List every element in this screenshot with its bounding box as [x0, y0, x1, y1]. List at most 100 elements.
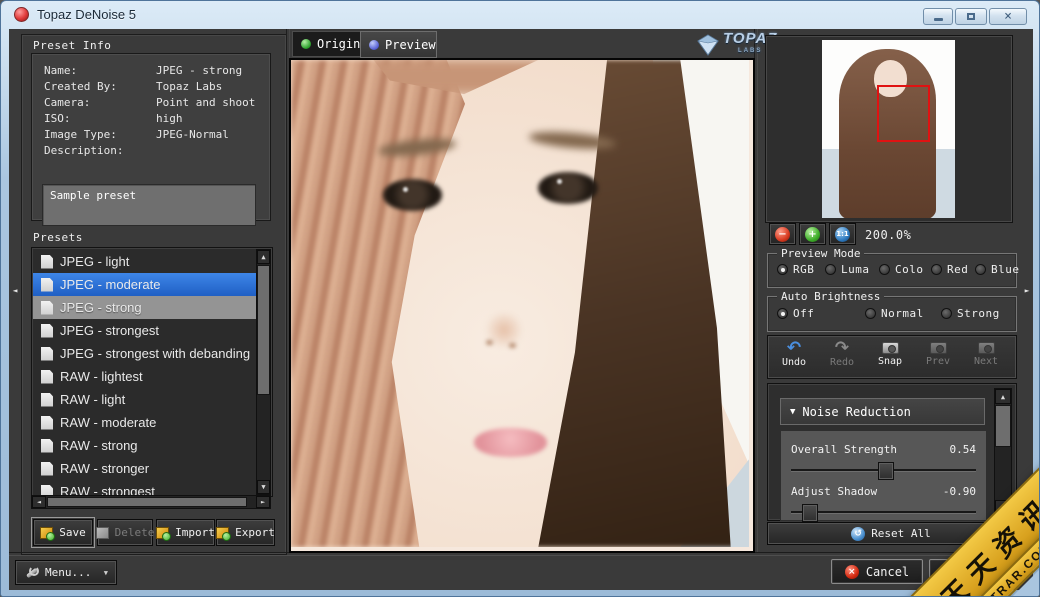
redo-button[interactable]: ↷ Redo [818, 339, 866, 368]
prev-button[interactable]: Prev [914, 339, 962, 367]
preset-list-vscrollbar[interactable]: ▲ ▼ [256, 249, 271, 495]
minimize-button[interactable] [923, 8, 953, 25]
import-icon [156, 527, 169, 539]
nostril [486, 340, 493, 345]
radio-strong[interactable]: Strong [941, 307, 1000, 320]
scroll-up-button[interactable]: ▲ [995, 389, 1011, 404]
save-icon [40, 527, 53, 539]
presets-title: Presets [33, 231, 83, 244]
save-button[interactable]: Save [33, 519, 93, 546]
export-button[interactable]: Export [216, 519, 275, 546]
radio-normal[interactable]: Normal [865, 307, 924, 320]
zoom-actual-button[interactable]: 1:1 [829, 223, 856, 245]
scroll-right-icon: ► [261, 498, 265, 506]
preset-list-hscrollbar[interactable]: ◄ ► [31, 495, 271, 509]
scroll-up-button[interactable]: ▲ [257, 250, 270, 264]
main-content: Preset Info Name:JPEG - strong Created B… [9, 29, 1033, 590]
noise-reduction-header[interactable]: ▼ Noise Reduction [780, 398, 985, 425]
overall-strength-thumb[interactable] [878, 462, 894, 480]
radio-blue[interactable]: Blue [975, 263, 1020, 276]
preset-item-raw-lightest[interactable]: RAW - lightest [33, 365, 256, 388]
hscroll-thumb[interactable] [47, 497, 247, 507]
camera-icon [978, 342, 995, 354]
maximize-icon [967, 13, 975, 20]
adjust-shadow-slider[interactable] [791, 511, 976, 514]
zoom-level-label: 200.0% [865, 228, 911, 242]
collapse-right-panel-arrow[interactable]: ► [1021, 281, 1033, 299]
adjust-shadow-thumb[interactable] [802, 504, 818, 522]
tab-preview[interactable]: Preview [360, 31, 437, 58]
radio-rgb[interactable]: RGB [777, 263, 814, 276]
file-icon [41, 301, 53, 315]
radio-luma[interactable]: Luma [825, 263, 870, 276]
zoom-in-button[interactable]: + [799, 223, 826, 245]
eye-glint [403, 187, 408, 192]
tab-original[interactable]: Original [292, 31, 361, 57]
scroll-down-button[interactable]: ▼ [257, 480, 270, 494]
field-created-by: Created By:Topaz Labs [44, 80, 117, 96]
original-dot-icon [301, 39, 311, 49]
camera-icon [882, 342, 899, 354]
slider-value-adjust-shadow: -0.90 [943, 485, 976, 498]
delete-icon [96, 527, 109, 539]
reset-icon: ↺ [851, 527, 865, 541]
maximize-button[interactable] [955, 8, 987, 25]
file-icon [41, 347, 53, 361]
preset-item-jpeg-strongest[interactable]: JPEG - strongest [33, 319, 256, 342]
preset-item-jpeg-strongest-debanding[interactable]: JPEG - strongest with debanding [33, 342, 256, 365]
export-icon [216, 527, 229, 539]
collapse-left-icon: ◄ [13, 286, 18, 295]
radio-off[interactable]: Off [777, 307, 814, 320]
radio-dot [865, 308, 876, 319]
next-button[interactable]: Next [962, 339, 1010, 367]
radio-red[interactable]: Red [931, 263, 968, 276]
preset-info-box: Name:JPEG - strong Created By:Topaz Labs… [31, 53, 271, 221]
title-bar[interactable]: Topaz DeNoise 5 × [1, 1, 1039, 29]
zoom-in-icon: + [805, 227, 820, 242]
topaz-diamond-icon [697, 34, 719, 56]
vscroll-thumb[interactable] [995, 405, 1011, 447]
vscroll-thumb[interactable] [257, 265, 270, 395]
field-camera: Camera:Point and shoot [44, 96, 90, 112]
radio-dot [825, 264, 836, 275]
preset-item-raw-light[interactable]: RAW - light [33, 388, 256, 411]
slider-label-overall-strength: Overall Strength [791, 443, 897, 456]
radio-color[interactable]: Colo [879, 263, 924, 276]
collapse-right-icon: ► [1025, 286, 1030, 295]
scroll-left-button[interactable]: ◄ [32, 496, 46, 508]
close-button[interactable]: × [989, 8, 1027, 25]
preset-item-raw-stronger[interactable]: RAW - stronger [33, 457, 256, 480]
history-toolbar: ↶ Undo ↷ Redo Snap Prev Next [767, 335, 1017, 379]
slider-value-overall-strength: 0.54 [950, 443, 977, 456]
preset-item-raw-moderate[interactable]: RAW - moderate [33, 411, 256, 434]
scroll-down-icon: ▼ [261, 483, 265, 491]
import-button[interactable]: Import [156, 519, 215, 546]
navigator-thumbnail[interactable] [822, 40, 955, 218]
preset-item-jpeg-strong[interactable]: JPEG - strong [33, 296, 256, 319]
preview-image[interactable] [289, 58, 755, 553]
scroll-right-button[interactable]: ► [256, 496, 270, 508]
overall-strength-slider[interactable] [791, 469, 976, 472]
delete-button[interactable]: Delete [97, 519, 153, 546]
radio-dot [975, 264, 986, 275]
right-eye [538, 172, 598, 204]
cancel-button[interactable]: × Cancel [831, 559, 923, 584]
window-title: Topaz DeNoise 5 [37, 7, 136, 22]
zoom-out-icon: − [775, 227, 790, 242]
undo-button[interactable]: ↶ Undo [770, 339, 818, 368]
radio-dot [777, 308, 788, 319]
file-icon [41, 416, 53, 430]
snap-button[interactable]: Snap [866, 339, 914, 367]
preset-item-raw-strong[interactable]: RAW - strong [33, 434, 256, 457]
menu-arrow-icon: ▼ [104, 569, 108, 577]
navigator-view-rect[interactable] [877, 85, 930, 142]
preset-item-jpeg-moderate[interactable]: JPEG - moderate [33, 273, 256, 296]
scroll-left-icon: ◄ [37, 498, 41, 506]
preset-item-jpeg-light[interactable]: JPEG - light [33, 250, 256, 273]
adjustments-scrollbar[interactable]: ▲ ▼ [994, 388, 1012, 516]
navigator-panel [765, 35, 1013, 223]
zoom-out-button[interactable]: − [769, 223, 796, 245]
collapse-left-panel-arrow[interactable]: ◄ [9, 281, 21, 299]
menu-button[interactable]: Menu... ▼ [15, 560, 117, 585]
field-name: Name:JPEG - strong [44, 64, 77, 80]
